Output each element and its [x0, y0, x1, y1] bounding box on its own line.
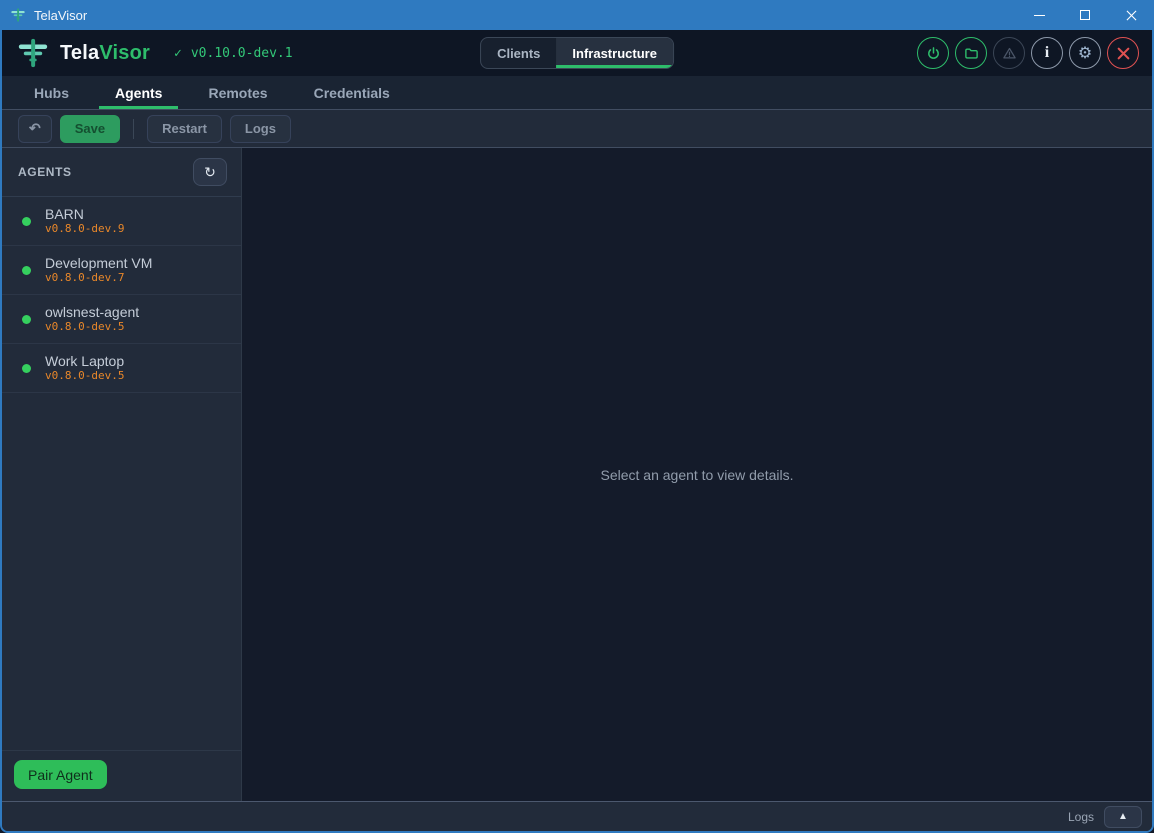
expand-logs-button[interactable]: ▲ [1104, 806, 1142, 828]
tab-hubs[interactable]: Hubs [18, 76, 85, 109]
agent-list-item-owlsnest-agent[interactable]: owlsnest-agent v0.8.0-dev.5 [2, 295, 241, 344]
content: AGENTS ↻ BARN v0.8.0-dev.9 Development V… [2, 148, 1152, 801]
triangle-up-icon: ▲ [1118, 811, 1128, 822]
toolbar-divider [133, 119, 134, 139]
app-version: ✓ v0.10.0-dev.1 [174, 46, 293, 61]
agent-name: Work Laptop [45, 353, 124, 369]
minimize-icon [1034, 15, 1045, 16]
info-icon: i [1045, 45, 1049, 61]
tab-agents[interactable]: Agents [99, 76, 178, 109]
power-icon [926, 46, 941, 61]
titlebar: TelaVisor [0, 0, 1154, 30]
agent-version: v0.8.0-dev.7 [45, 271, 152, 284]
app-close-icon [1117, 47, 1130, 60]
sidebar-title: AGENTS [18, 165, 72, 179]
window-close-button[interactable] [1108, 0, 1154, 30]
agent-status-dot [22, 266, 31, 275]
refresh-agents-button[interactable]: ↻ [193, 158, 227, 186]
agent-list-item-work-laptop[interactable]: Work Laptop v0.8.0-dev.5 [2, 344, 241, 393]
folder-icon [964, 46, 979, 61]
logs-button[interactable]: Logs [230, 115, 291, 143]
detail-panel: Select an agent to view details. [242, 148, 1152, 801]
check-icon: ✓ [174, 46, 182, 61]
agent-name: BARN [45, 206, 124, 222]
version-label: v0.10.0-dev.1 [191, 46, 293, 61]
agent-list: BARN v0.8.0-dev.9 Development VM v0.8.0-… [2, 197, 241, 750]
undo-icon: ↶ [29, 120, 41, 137]
agent-version: v0.8.0-dev.9 [45, 222, 124, 235]
undo-button[interactable]: ↶ [18, 115, 52, 143]
app-header: TelaVisor ✓ v0.10.0-dev.1 Clients Infras… [2, 30, 1152, 76]
warnings-button[interactable] [993, 37, 1025, 69]
app-window: TelaVisor TelaVisor [0, 0, 1154, 833]
maximize-icon [1080, 10, 1090, 20]
refresh-icon: ↻ [204, 164, 216, 181]
maximize-button[interactable] [1062, 0, 1108, 30]
tab-remotes[interactable]: Remotes [192, 76, 283, 109]
sidebar-footer: Pair Agent [2, 750, 241, 801]
app-logo-icon [10, 7, 26, 23]
warning-icon [1002, 46, 1017, 61]
save-button[interactable]: Save [60, 115, 120, 143]
app-close-button[interactable] [1107, 37, 1139, 69]
agent-status-dot [22, 364, 31, 373]
toggle-infrastructure[interactable]: Infrastructure [556, 38, 673, 68]
brand-name: TelaVisor [60, 42, 150, 65]
section-tabs: Hubs Agents Remotes Credentials [2, 76, 1152, 110]
toolbar: ↶ Save Restart Logs [2, 110, 1152, 148]
agent-name: owlsnest-agent [45, 304, 139, 320]
restart-button[interactable]: Restart [147, 115, 222, 143]
info-button[interactable]: i [1031, 37, 1063, 69]
tab-credentials[interactable]: Credentials [298, 76, 406, 109]
agent-status-dot [22, 217, 31, 226]
window-title: TelaVisor [34, 8, 87, 23]
power-button[interactable] [917, 37, 949, 69]
agent-version: v0.8.0-dev.5 [45, 369, 124, 382]
agent-name: Development VM [45, 255, 152, 271]
statusbar-logs-label: Logs [1068, 810, 1094, 824]
toggle-clients[interactable]: Clients [481, 38, 556, 68]
sidebar-header: AGENTS ↻ [2, 148, 241, 197]
agent-status-dot [22, 315, 31, 324]
pair-agent-button[interactable]: Pair Agent [14, 760, 107, 789]
agent-list-item-barn[interactable]: BARN v0.8.0-dev.9 [2, 197, 241, 246]
folder-button[interactable] [955, 37, 987, 69]
settings-button[interactable]: ⚙ [1069, 37, 1101, 69]
minimize-button[interactable] [1016, 0, 1062, 30]
empty-state-message: Select an agent to view details. [600, 467, 793, 483]
settings-icon: ⚙ [1078, 45, 1092, 61]
statusbar: Logs ▲ [2, 801, 1152, 831]
brand: TelaVisor ✓ v0.10.0-dev.1 [2, 36, 293, 70]
agent-list-item-development-vm[interactable]: Development VM v0.8.0-dev.7 [2, 246, 241, 295]
header-actions: i ⚙ [917, 37, 1152, 69]
mode-toggle: Clients Infrastructure [480, 37, 674, 69]
window-close-icon [1126, 10, 1137, 21]
agents-sidebar: AGENTS ↻ BARN v0.8.0-dev.9 Development V… [2, 148, 242, 801]
agent-version: v0.8.0-dev.5 [45, 320, 139, 333]
brand-logo-icon [16, 36, 50, 70]
